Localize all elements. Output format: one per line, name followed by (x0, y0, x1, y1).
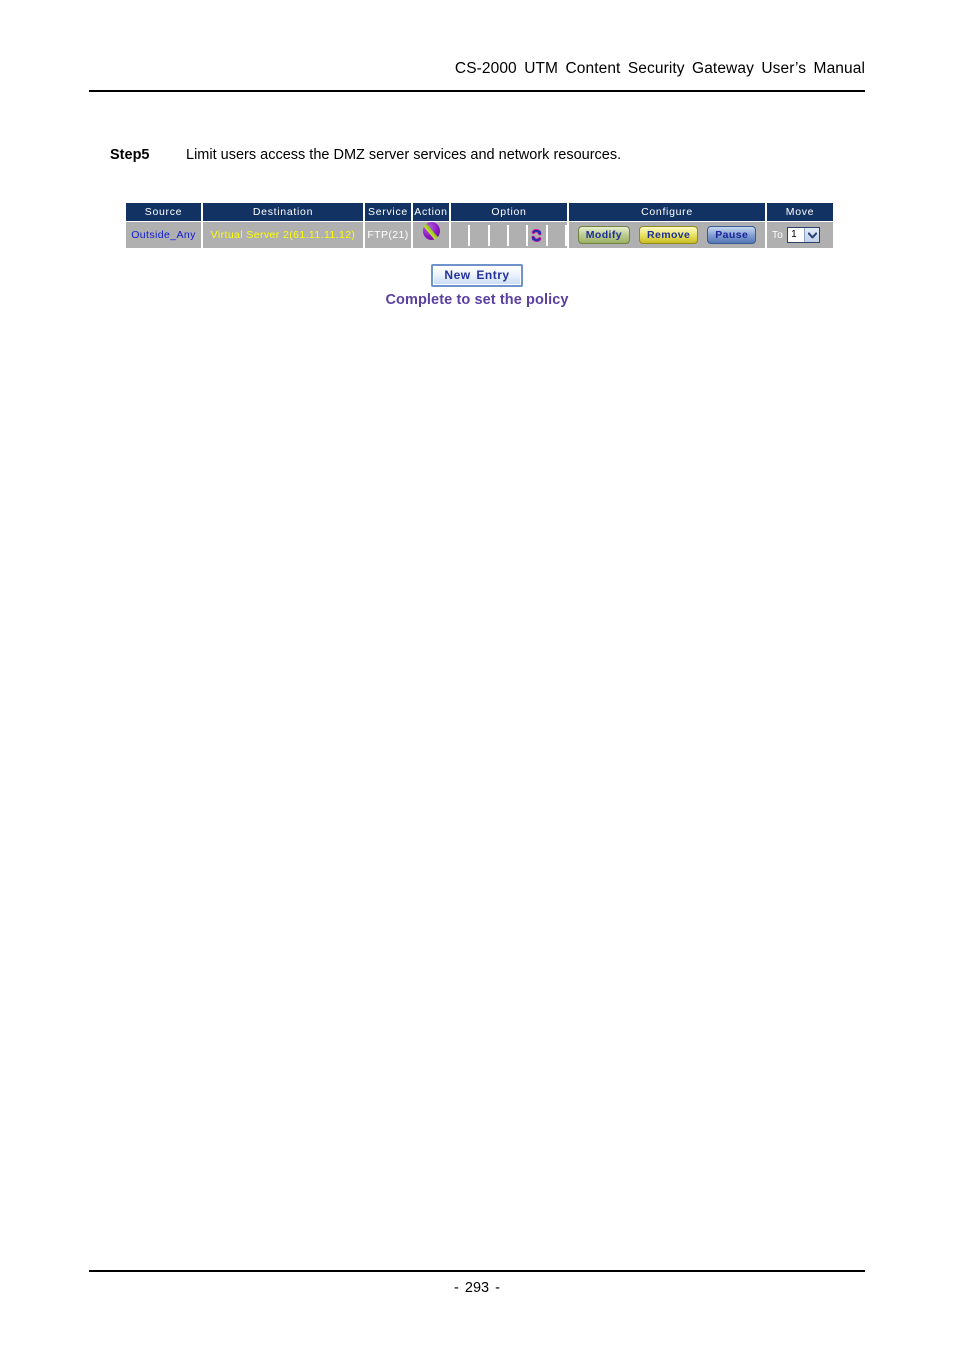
figure-caption: Complete to set the policy (385, 292, 569, 308)
new-entry-row: New Entry (0, 264, 954, 287)
configure-button-group: Modify Remove Pause (569, 224, 764, 246)
cell-destination: Virtual Server 2(61.11.11.12) (202, 221, 365, 248)
page-number: - 293 - (454, 1280, 500, 1296)
move-position-value: 1 (788, 228, 805, 242)
pause-button[interactable]: Pause (707, 226, 757, 244)
step-label: Step5 (110, 147, 150, 163)
cell-option (450, 221, 569, 248)
column-header-move: Move (766, 203, 833, 222)
nat-loopback-icon (529, 228, 544, 243)
option-subcell-3 (490, 224, 509, 246)
modify-button[interactable]: Modify (577, 226, 631, 244)
option-subcell-6 (548, 224, 566, 246)
step-description: Limit users access the DMZ server servic… (186, 147, 622, 163)
column-header-service: Service (364, 203, 413, 222)
header-divider (89, 90, 865, 92)
remove-button[interactable]: Remove (639, 226, 699, 244)
column-header-configure: Configure (568, 203, 767, 222)
new-entry-button[interactable]: New Entry (431, 264, 523, 287)
step-row: Step5 Limit users access the DMZ server s… (110, 147, 621, 163)
move-control: To 1 (767, 224, 833, 246)
cell-source[interactable]: Outside_Any (126, 221, 203, 248)
table-header-row: Source Destination Service Action Option… (126, 203, 833, 222)
cell-action (412, 221, 451, 248)
option-subcell-2 (470, 224, 490, 246)
option-subcells (451, 224, 566, 246)
permit-allow-icon (422, 222, 440, 240)
cell-configure: Modify Remove Pause (568, 221, 767, 248)
page-header-title: CS-2000 UTM Content Security Gateway Use… (454, 60, 865, 77)
footer-divider (89, 1270, 865, 1272)
option-subcell-5 (528, 224, 548, 246)
column-header-source: Source (126, 203, 203, 222)
policy-table: Source Destination Service Action Option… (126, 203, 833, 248)
table-row: Outside_Any Virtual Server 2(61.11.11.12… (126, 221, 833, 248)
move-position-select[interactable]: 1 (787, 227, 821, 243)
column-header-destination: Destination (202, 203, 365, 222)
option-subcell-4 (509, 224, 529, 246)
column-header-option: Option (450, 203, 569, 222)
chevron-down-icon[interactable] (804, 228, 820, 242)
option-subcell-1 (451, 224, 471, 246)
cell-move: To 1 (766, 221, 833, 248)
move-to-label: To (772, 229, 784, 241)
column-header-action: Action (412, 203, 451, 222)
cell-service: FTP(21) (364, 221, 413, 248)
